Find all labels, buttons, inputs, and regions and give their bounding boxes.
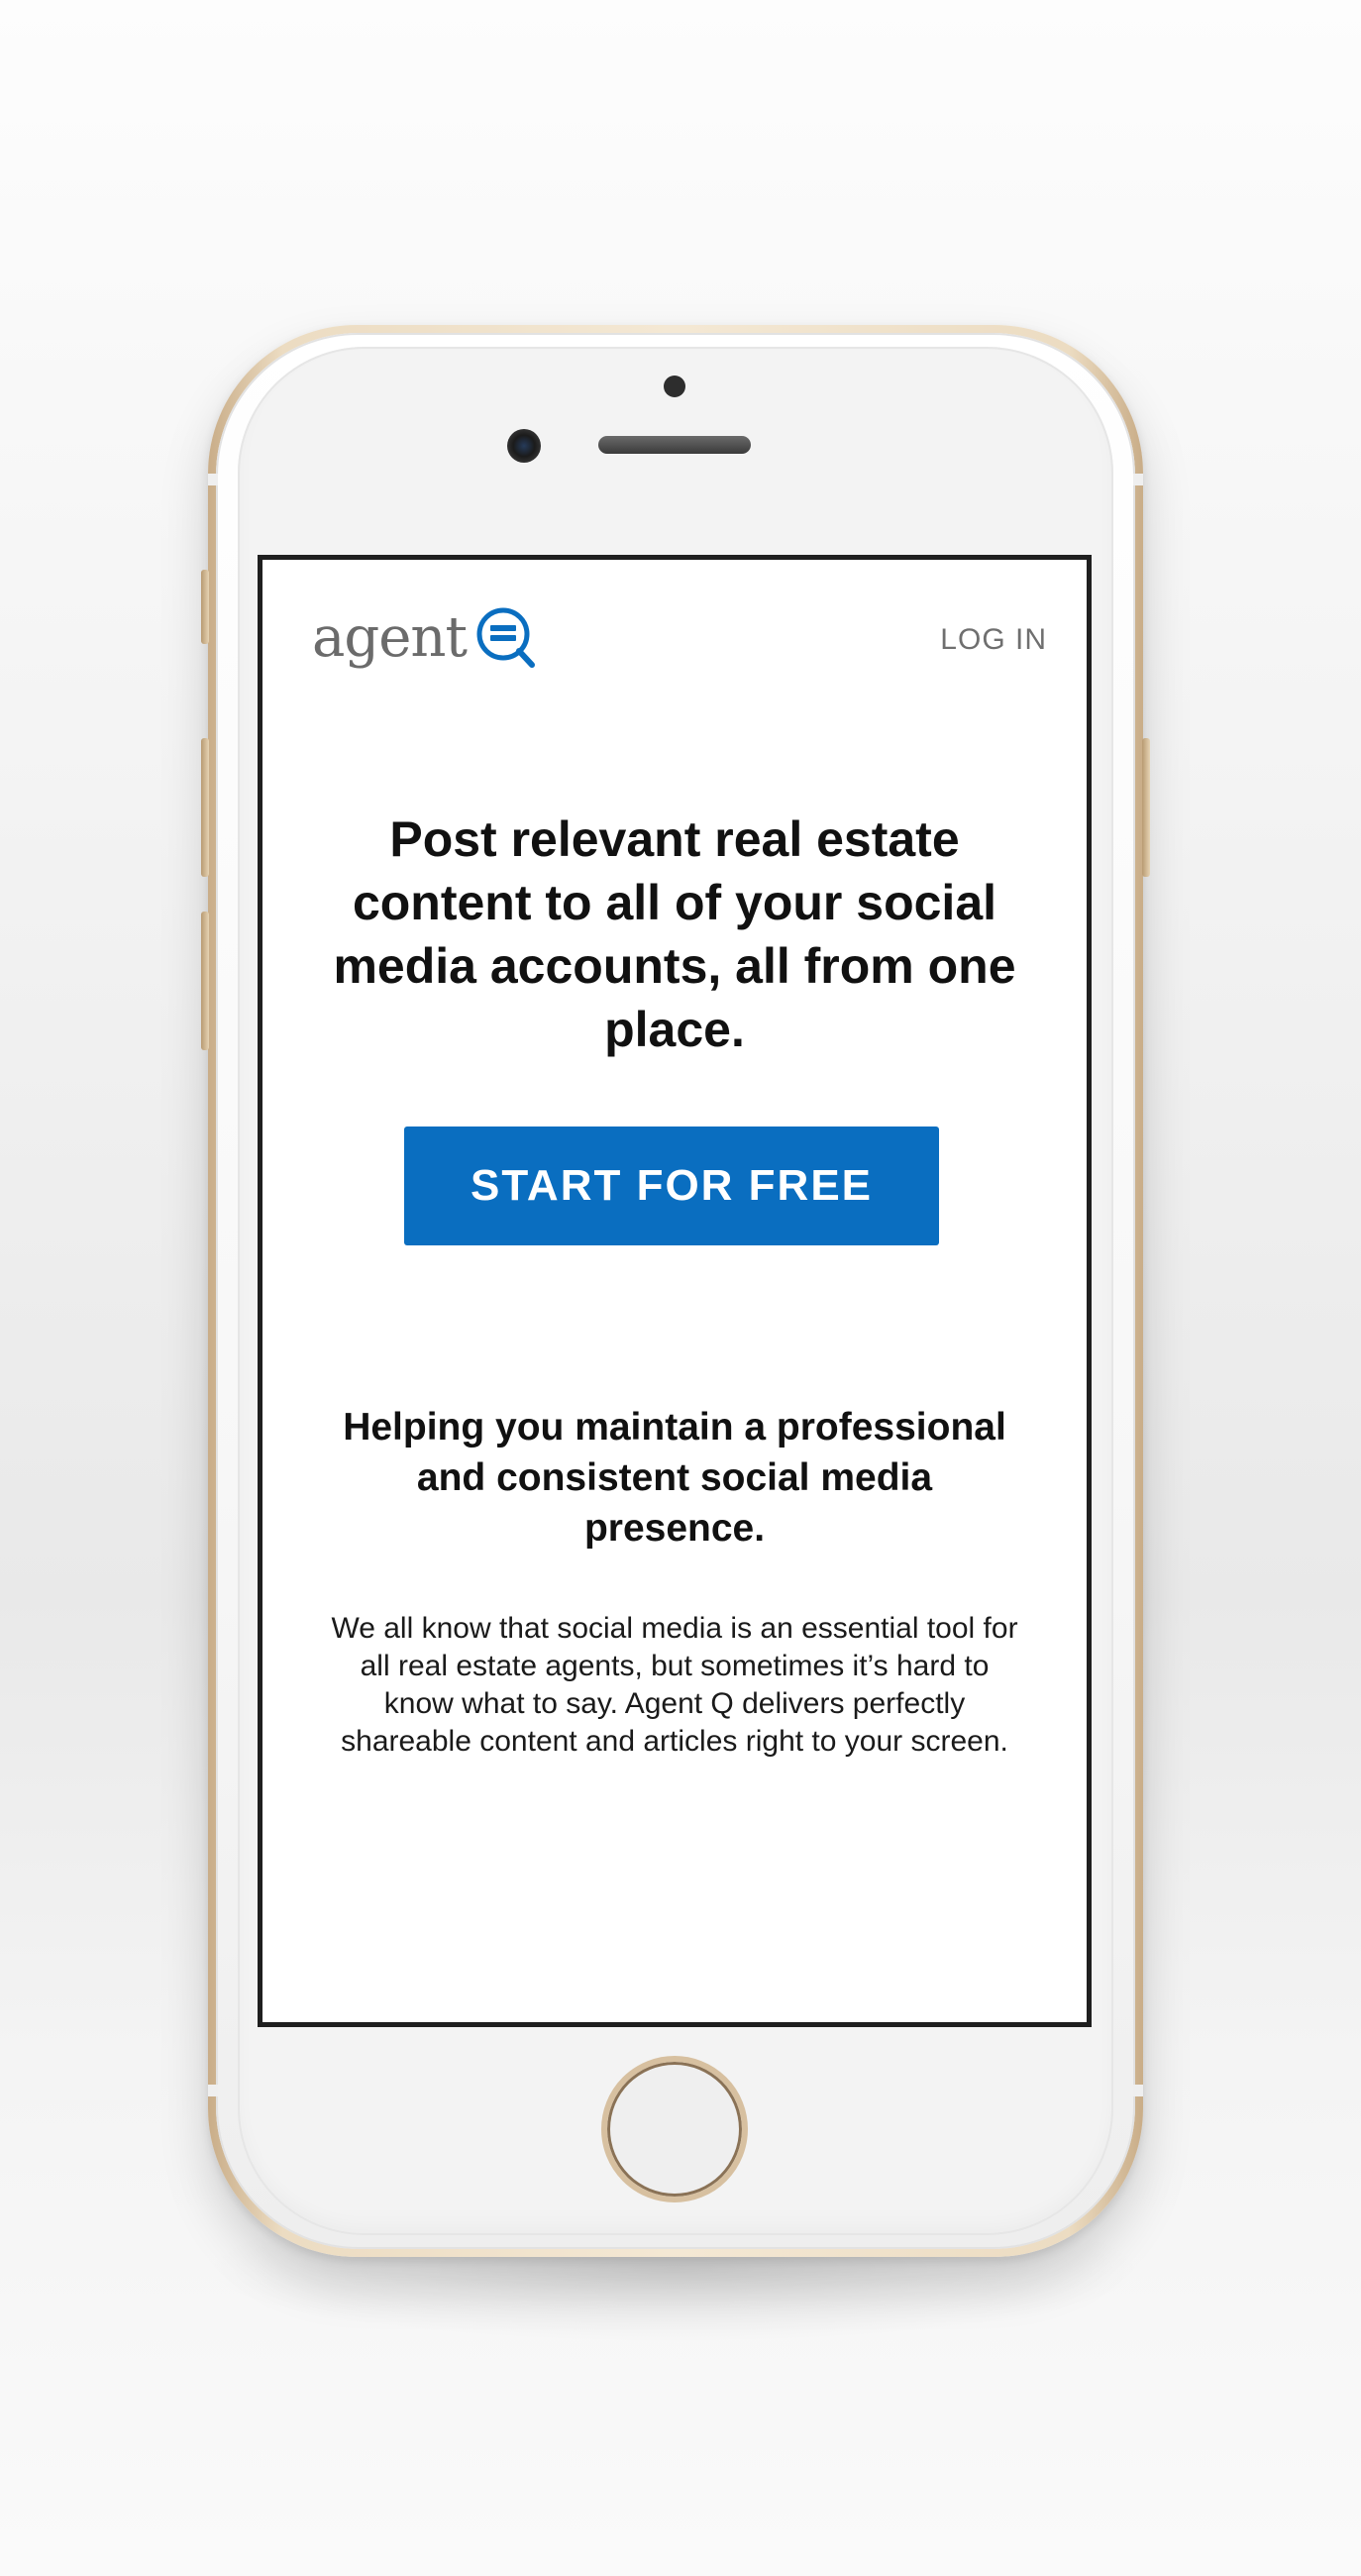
earpiece-speaker xyxy=(598,436,751,454)
phone-power-button xyxy=(1142,738,1150,877)
home-button[interactable] xyxy=(601,2056,748,2202)
phone-mute-switch xyxy=(201,570,209,644)
agent-q-logo-icon xyxy=(476,607,535,668)
proximity-sensor xyxy=(664,376,685,397)
login-link[interactable]: LOG IN xyxy=(940,623,1047,657)
phone-antenna-band xyxy=(1133,474,1143,485)
phone-antenna-band xyxy=(208,2085,218,2096)
logo-text: agent xyxy=(312,604,468,670)
section-body-text: We all know that social media is an esse… xyxy=(331,1612,1018,1758)
phone-volume-up-button xyxy=(201,738,209,877)
phone-volume-down-button xyxy=(201,912,209,1050)
front-camera xyxy=(507,429,541,463)
phone-antenna-band xyxy=(1133,2085,1143,2096)
section-heading: Helping you maintain a professional and … xyxy=(343,1406,1006,1550)
phone-screen: agent LOG IN Post relevant real estate c… xyxy=(258,555,1092,2027)
agent-q-logo[interactable]: agent xyxy=(312,601,538,673)
start-for-free-button[interactable]: START FOR FREE xyxy=(404,1127,939,1245)
phone-antenna-band xyxy=(208,474,218,485)
hero-headline: Post relevant real estate content to all… xyxy=(333,811,1016,1057)
